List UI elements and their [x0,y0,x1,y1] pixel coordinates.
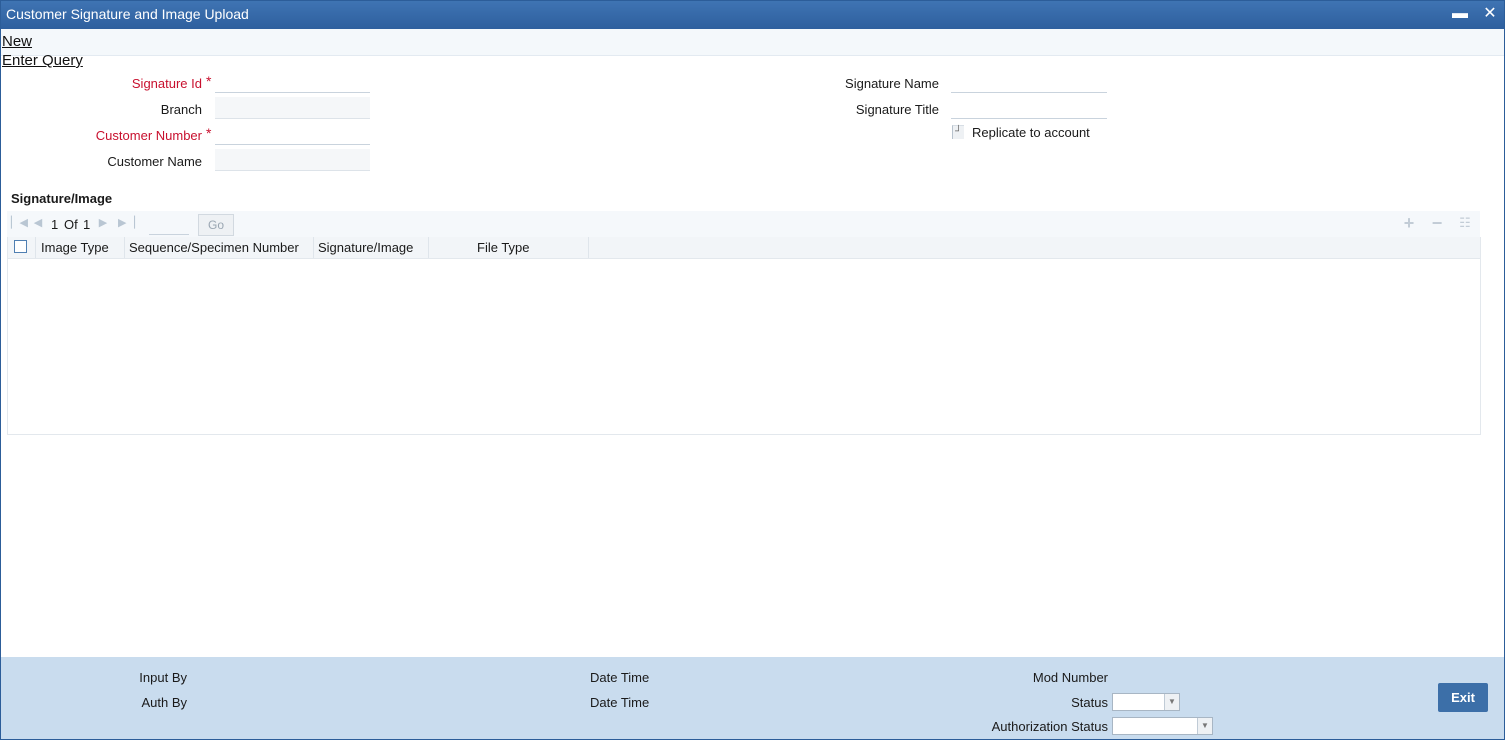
enter-query-link[interactable]: Enter Query [2,52,83,69]
select-all-checkbox[interactable] [14,240,27,253]
column-header-image-type[interactable]: Image Type [36,237,125,258]
customer-number-input[interactable] [215,123,370,145]
page-number-input[interactable] [149,215,189,235]
input-by-label: Input By [139,670,187,685]
authorization-status-label: Authorization Status [991,719,1108,734]
signature-image-grid: Image Type Sequence/Specimen Number Sign… [7,237,1481,435]
chevron-down-icon[interactable]: ▼ [1164,694,1179,710]
grid-toolbar: ▏◀ ◀ 1 Of 1 ▶ ▶▕ Go + − ☷ [7,211,1480,237]
branch-input[interactable] [215,97,370,119]
customer-name-input[interactable] [215,149,370,171]
input-date-time-label: Date Time [590,670,650,685]
pager-of-label: Of [64,217,78,232]
close-icon[interactable]: ✕ [1480,4,1500,24]
signature-name-label: Signature Name [845,76,939,91]
column-header-file-type[interactable]: File Type [429,237,589,258]
next-page-icon[interactable]: ▶ [97,217,109,229]
mod-number-label: Mod Number [1032,670,1108,685]
select-all-column [8,237,36,258]
customer-number-label: Customer Number [95,128,202,143]
minimize-icon[interactable]: ▬ [1450,4,1470,24]
title-bar: Customer Signature and Image Upload ▬ ✕ [1,1,1504,29]
branch-label: Branch [160,102,202,117]
status-label: Status [1071,695,1108,710]
status-select[interactable]: ▼ [1112,693,1180,711]
customer-number-required-mark: * [206,125,212,141]
signature-image-section-title: Signature/Image [11,191,113,206]
first-page-icon[interactable]: ▏◀ [11,217,28,229]
pager-current: 1 [51,217,59,232]
new-link[interactable]: New [2,33,32,50]
replicate-to-account-checkbox[interactable]: ┘ [952,125,964,139]
customer-name-label: Customer Name [107,154,202,169]
last-page-icon[interactable]: ▶▕ [118,217,135,229]
chevron-down-icon[interactable]: ▼ [1197,718,1212,734]
signature-title-input[interactable] [951,97,1107,119]
signature-name-input[interactable] [951,71,1107,93]
prev-page-icon[interactable]: ◀ [32,217,44,229]
single-view-icon[interactable]: ☷ [1457,215,1473,231]
column-header-signature-image[interactable]: Signature/Image [314,237,429,258]
exit-button[interactable]: Exit [1438,683,1488,712]
column-header-sequence-specimen-number[interactable]: Sequence/Specimen Number [125,237,314,258]
authorization-status-select[interactable]: ▼ [1112,717,1213,735]
signature-id-input[interactable] [215,71,370,93]
auth-by-label: Auth By [141,695,187,710]
signature-title-label: Signature Title [855,102,939,117]
audit-footer: Input By Auth By Date Time Date Time Mod… [1,657,1504,739]
window-title: Customer Signature and Image Upload [6,6,249,22]
signature-id-label: Signature Id [131,76,202,91]
auth-date-time-label: Date Time [590,695,650,710]
replicate-to-account-label: Replicate to account [972,125,1090,140]
grid-header-row: Image Type Sequence/Specimen Number Sign… [8,237,1480,259]
signature-id-required-mark: * [206,73,212,89]
pager-total: 1 [83,217,91,232]
delete-row-icon[interactable]: − [1429,214,1445,232]
main-window: Customer Signature and Image Upload ▬ ✕ … [0,0,1505,740]
menu-strip [1,29,1504,56]
go-button[interactable]: Go [198,214,234,236]
add-row-icon[interactable]: + [1401,214,1417,232]
